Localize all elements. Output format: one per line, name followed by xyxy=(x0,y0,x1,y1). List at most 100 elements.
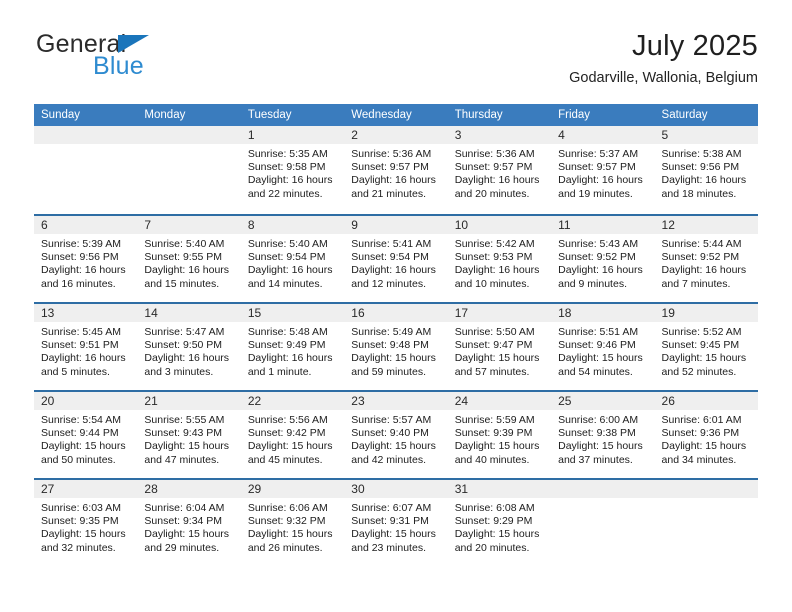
day-number: 10 xyxy=(454,218,469,232)
day-cell-6[interactable]: 6 Sunrise: 5:39 AM Sunset: 9:56 PM Daylight… xyxy=(34,216,138,302)
day-detail-line: Sunset: 9:57 PM xyxy=(558,161,636,174)
day-number-band: 29 xyxy=(240,480,345,498)
day-cell-12[interactable]: 12 Sunrise: 5:44 AM Sunset: 9:52 PM Dayligh… xyxy=(654,216,758,302)
day-details xyxy=(655,498,758,502)
day-detail-line: and 52 minutes. xyxy=(661,365,737,378)
day-cell-11[interactable]: 11 Sunrise: 5:43 AM Sunset: 9:52 PM Dayligh… xyxy=(551,216,655,302)
day-cell-25[interactable]: 25 Sunrise: 6:00 AM Sunset: 9:38 PM Dayligh… xyxy=(551,392,655,478)
day-detail-line: Sunset: 9:57 PM xyxy=(351,161,429,174)
day-detail-line: Daylight: 15 hours xyxy=(351,528,436,541)
day-cell-21[interactable]: 21 Sunrise: 5:55 AM Sunset: 9:43 PM Dayligh… xyxy=(137,392,241,478)
day-cell-3[interactable]: 3 Sunrise: 5:36 AM Sunset: 9:57 PM Daylight… xyxy=(447,126,552,214)
day-number-band: 5 xyxy=(654,126,758,144)
day-number-band: 18 xyxy=(551,304,655,322)
day-detail-line: Sunset: 9:31 PM xyxy=(351,515,429,528)
day-cell-2[interactable]: 2 Sunrise: 5:36 AM Sunset: 9:57 PM Daylight… xyxy=(344,126,448,214)
day-cell-14[interactable]: 14 Sunrise: 5:47 AM Sunset: 9:50 PM Dayligh… xyxy=(137,304,241,390)
location-subtitle: Godarville, Wallonia, Belgium xyxy=(569,70,758,87)
day-detail-line: and 5 minutes. xyxy=(41,365,110,378)
day-detail-line: Sunrise: 5:47 AM xyxy=(144,326,225,338)
day-cell-9[interactable]: 9 Sunrise: 5:41 AM Sunset: 9:54 PM Daylight… xyxy=(344,216,448,302)
day-number: 8 xyxy=(247,218,255,232)
day-detail-line: Sunrise: 6:03 AM xyxy=(41,502,121,514)
day-cell-13[interactable]: 13 Sunrise: 5:45 AM Sunset: 9:51 PM Dayligh… xyxy=(34,304,138,390)
day-cell-27[interactable]: 27 Sunrise: 6:03 AM Sunset: 9:35 PM Dayligh… xyxy=(34,480,138,566)
day-detail-line: and 22 minutes. xyxy=(247,187,323,200)
day-cell-30[interactable]: 30 Sunrise: 6:07 AM Sunset: 9:31 PM Dayligh… xyxy=(344,480,448,566)
day-cell-5[interactable]: 5 Sunrise: 5:38 AM Sunset: 9:56 PM Daylight… xyxy=(654,126,758,214)
day-detail-line: and 7 minutes. xyxy=(661,277,731,290)
day-detail-line: Daylight: 15 hours xyxy=(351,352,436,365)
day-detail-line: Daylight: 15 hours xyxy=(41,528,126,541)
weekday-header-row: Sunday Monday Tuesday Wednesday Thursday Frid… xyxy=(34,104,758,126)
day-cell-22[interactable]: 22 Sunrise: 5:56 AM Sunset: 9:42 PM Dayligh… xyxy=(240,392,345,478)
day-detail-line: Sunrise: 6:01 AM xyxy=(661,414,742,426)
day-number: 27 xyxy=(41,482,55,496)
day-number-band: 26 xyxy=(654,392,758,410)
day-detail-line: Daylight: 16 hours xyxy=(661,174,747,187)
day-number: 30 xyxy=(351,482,365,496)
day-detail-line: and 1 minute. xyxy=(247,365,312,378)
day-number-band xyxy=(137,126,241,144)
day-details: Sunrise: 6:07 AM Sunset: 9:31 PM Daylight:… xyxy=(344,498,447,555)
day-detail-line: Sunset: 9:48 PM xyxy=(351,339,429,352)
day-cell-16[interactable]: 16 Sunrise: 5:49 AM Sunset: 9:48 PM Dayligh… xyxy=(344,304,448,390)
day-cell-15[interactable]: 15 Sunrise: 5:48 AM Sunset: 9:49 PM Dayligh… xyxy=(240,304,345,390)
day-detail-line: and 40 minutes. xyxy=(454,453,530,466)
day-detail-line: Sunset: 9:57 PM xyxy=(454,161,533,174)
day-number-band: 16 xyxy=(344,304,448,322)
calendar-week-row: 20 Sunrise: 5:54 AM Sunset: 9:44 PM Dayligh… xyxy=(34,390,758,478)
day-detail-line: Daylight: 16 hours xyxy=(247,174,333,187)
day-details: Sunrise: 5:55 AM Sunset: 9:43 PM Daylight:… xyxy=(137,410,240,467)
day-detail-line: Sunrise: 6:08 AM xyxy=(454,502,535,514)
brand-logo[interactable]: General Blue xyxy=(34,30,274,88)
day-detail-line: Sunrise: 5:55 AM xyxy=(144,414,225,426)
day-details: Sunrise: 5:44 AM Sunset: 9:52 PM Daylight:… xyxy=(655,234,758,291)
day-detail-line: Daylight: 15 hours xyxy=(41,440,126,453)
day-cell-31[interactable]: 31 Sunrise: 6:08 AM Sunset: 9:29 PM Dayligh… xyxy=(447,480,552,566)
day-number-band: 28 xyxy=(137,480,241,498)
day-detail-line: and 26 minutes. xyxy=(247,541,323,554)
day-detail-line: Sunrise: 6:04 AM xyxy=(144,502,225,514)
day-cell-1[interactable]: 1 Sunrise: 5:35 AM Sunset: 9:58 PM Daylight… xyxy=(240,126,345,214)
day-detail-line: Sunset: 9:47 PM xyxy=(454,339,533,352)
day-number: 12 xyxy=(661,218,675,232)
day-detail-line: Sunset: 9:54 PM xyxy=(351,251,429,264)
day-details: Sunrise: 5:45 AM Sunset: 9:51 PM Daylight:… xyxy=(34,322,137,379)
day-detail-line: and 57 minutes. xyxy=(454,365,530,378)
day-detail-line: Daylight: 16 hours xyxy=(558,174,643,187)
day-details: Sunrise: 5:50 AM Sunset: 9:47 PM Daylight:… xyxy=(448,322,551,379)
day-cell-26[interactable]: 26 Sunrise: 6:01 AM Sunset: 9:36 PM Dayligh… xyxy=(654,392,758,478)
brand-name-bottom: Blue xyxy=(93,52,144,80)
day-number-band xyxy=(654,480,758,498)
day-detail-line: Daylight: 15 hours xyxy=(661,440,747,453)
day-cell-24[interactable]: 24 Sunrise: 5:59 AM Sunset: 9:39 PM Dayligh… xyxy=(447,392,552,478)
day-cell-4[interactable]: 4 Sunrise: 5:37 AM Sunset: 9:57 PM Daylight… xyxy=(551,126,655,214)
day-number-band: 2 xyxy=(344,126,448,144)
day-number: 21 xyxy=(144,394,158,408)
day-cell-8[interactable]: 8 Sunrise: 5:40 AM Sunset: 9:54 PM Daylight… xyxy=(240,216,345,302)
day-detail-line: Sunrise: 5:40 AM xyxy=(247,238,328,250)
triangle-icon xyxy=(118,35,149,53)
day-cell-19[interactable]: 19 Sunrise: 5:52 AM Sunset: 9:45 PM Dayligh… xyxy=(654,304,758,390)
day-details: Sunrise: 5:41 AM Sunset: 9:54 PM Daylight:… xyxy=(344,234,447,291)
day-cell-18[interactable]: 18 Sunrise: 5:51 AM Sunset: 9:46 PM Dayligh… xyxy=(551,304,655,390)
day-cell-7[interactable]: 7 Sunrise: 5:40 AM Sunset: 9:55 PM Daylight… xyxy=(137,216,241,302)
day-detail-line: and 34 minutes. xyxy=(661,453,737,466)
day-detail-line: Sunset: 9:52 PM xyxy=(558,251,636,264)
day-cell-23[interactable]: 23 Sunrise: 5:57 AM Sunset: 9:40 PM Dayligh… xyxy=(344,392,448,478)
day-cell-29[interactable]: 29 Sunrise: 6:06 AM Sunset: 9:32 PM Dayligh… xyxy=(240,480,345,566)
day-detail-line: Sunrise: 5:59 AM xyxy=(454,414,535,426)
day-detail-line: and 19 minutes. xyxy=(558,187,633,200)
day-detail-line: and 50 minutes. xyxy=(41,453,116,466)
title-block: July 2025 Godarville, Wallonia, Belgium xyxy=(569,30,758,87)
day-number-band: 20 xyxy=(34,392,138,410)
day-cell-10[interactable]: 10 Sunrise: 5:42 AM Sunset: 9:53 PM Dayligh… xyxy=(447,216,552,302)
day-details: Sunrise: 5:42 AM Sunset: 9:53 PM Daylight:… xyxy=(448,234,551,291)
day-cell-17[interactable]: 17 Sunrise: 5:50 AM Sunset: 9:47 PM Dayligh… xyxy=(447,304,552,390)
day-detail-line: Daylight: 16 hours xyxy=(41,352,126,365)
day-detail-line: Sunrise: 5:48 AM xyxy=(247,326,328,338)
day-cell-28[interactable]: 28 Sunrise: 6:04 AM Sunset: 9:34 PM Dayligh… xyxy=(137,480,241,566)
day-detail-line: Sunrise: 6:06 AM xyxy=(247,502,328,514)
day-cell-20[interactable]: 20 Sunrise: 5:54 AM Sunset: 9:44 PM Dayligh… xyxy=(34,392,138,478)
